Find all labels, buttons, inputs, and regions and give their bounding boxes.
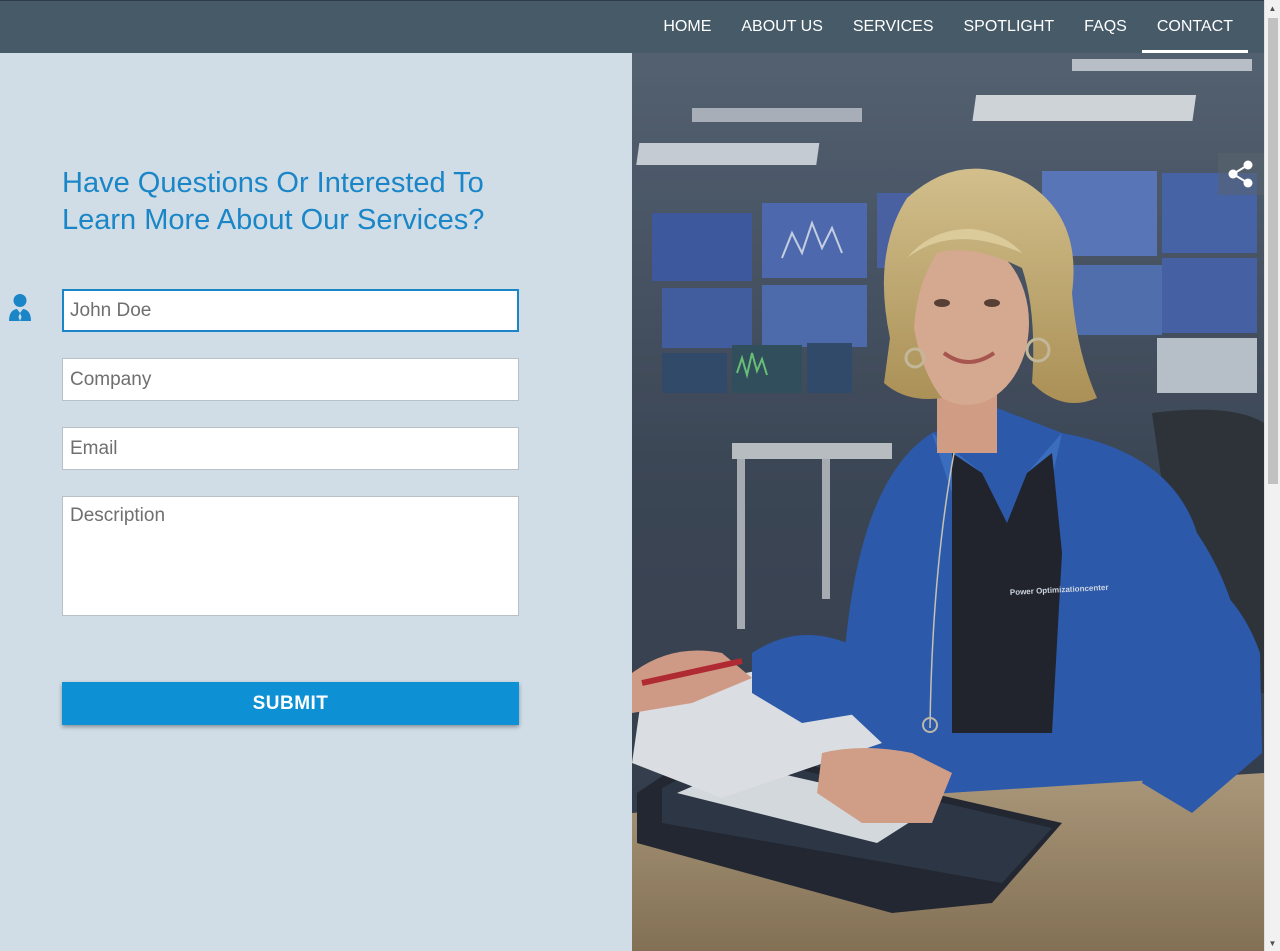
email-input[interactable] [62, 427, 519, 470]
top-navigation: HOME ABOUT US SERVICES SPOTLIGHT FAQS CO… [0, 0, 1264, 53]
share-icon [1226, 159, 1256, 189]
nav-contact[interactable]: CONTACT [1141, 1, 1249, 53]
scroll-up-arrow-icon[interactable]: ▲ [1265, 0, 1280, 16]
share-button[interactable] [1218, 153, 1264, 195]
scroll-down-arrow-icon[interactable]: ▼ [1265, 935, 1280, 951]
nav-faqs[interactable]: FAQS [1069, 1, 1142, 53]
submit-button[interactable]: SUBMIT [62, 682, 519, 725]
nav-home[interactable]: HOME [648, 1, 726, 53]
contact-form-panel: Have Questions Or Interested To Learn Mo… [0, 53, 632, 951]
nav-spotlight[interactable]: SPOTLIGHT [948, 1, 1069, 53]
nav-services[interactable]: SERVICES [838, 1, 949, 53]
name-input[interactable] [62, 289, 519, 332]
form-heading: Have Questions Or Interested To Learn Mo… [62, 167, 485, 236]
hero-photo: Power Optimizationcenter [632, 53, 1264, 951]
description-textarea[interactable] [62, 496, 519, 616]
user-icon [8, 293, 32, 323]
company-input[interactable] [62, 358, 519, 401]
scroll-thumb[interactable] [1268, 18, 1278, 484]
nav-about-us[interactable]: ABOUT US [726, 1, 838, 53]
office-photo-illustration: Power Optimizationcenter [632, 53, 1264, 951]
vertical-scrollbar[interactable]: ▲ ▼ [1264, 0, 1280, 951]
nav-links: HOME ABOUT US SERVICES SPOTLIGHT FAQS CO… [648, 1, 1249, 53]
